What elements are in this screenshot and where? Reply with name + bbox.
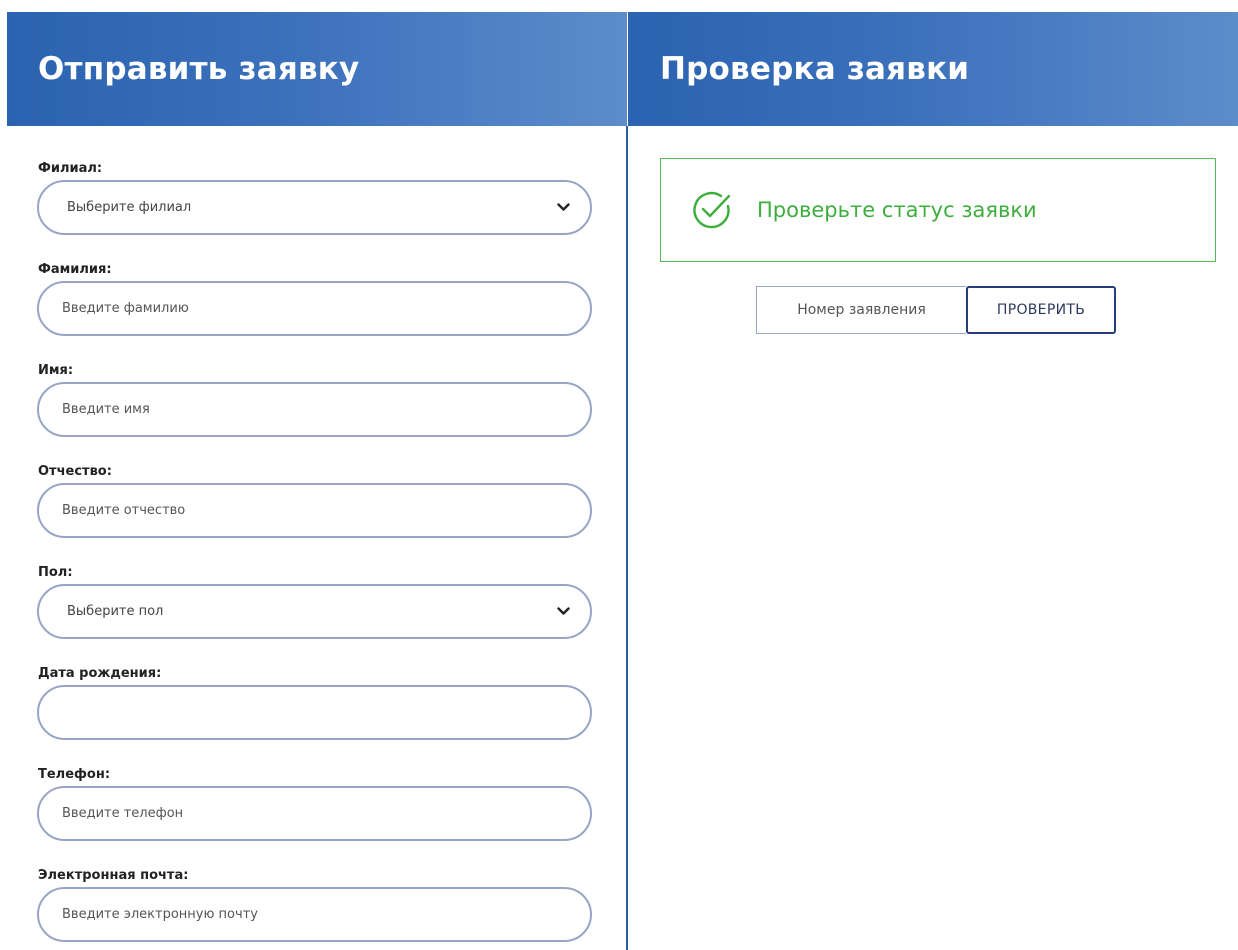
first-name-field-wrapper	[37, 382, 592, 437]
patronymic-input[interactable]	[62, 503, 570, 518]
application-number-wrapper	[756, 286, 966, 334]
gender-select-value: Выберите пол	[67, 604, 164, 619]
gender-label: Пол:	[38, 565, 73, 580]
email-field-wrapper	[37, 887, 592, 942]
field-first-name: Имя:	[37, 360, 592, 437]
gender-select[interactable]: Выберите пол	[37, 584, 592, 639]
field-birth-date: Дата рождения:	[37, 663, 592, 740]
phone-field-wrapper	[37, 786, 592, 841]
field-branch: Филиал: Выберите филиал	[37, 158, 592, 235]
submit-panel-title: Отправить заявку	[38, 51, 360, 87]
email-input[interactable]	[62, 907, 570, 922]
last-name-field-wrapper	[37, 281, 592, 336]
check-application-panel: Проверка заявки Проверьте статус заявки …	[628, 12, 1238, 950]
branch-select[interactable]: Выберите филиал	[37, 180, 592, 235]
submit-panel-header: Отправить заявку	[7, 12, 627, 126]
field-phone: Телефон:	[37, 764, 592, 841]
chevron-down-icon	[556, 605, 570, 619]
birth-date-field-wrapper	[37, 685, 592, 740]
chevron-down-icon	[556, 201, 570, 215]
phone-input[interactable]	[62, 806, 570, 821]
patronymic-label: Отчество:	[38, 464, 112, 479]
email-label: Электронная почта:	[38, 868, 189, 883]
check-panel-title: Проверка заявки	[660, 51, 970, 87]
application-number-input[interactable]	[757, 301, 966, 319]
last-name-input[interactable]	[62, 301, 570, 316]
field-email: Электронная почта:	[37, 865, 592, 942]
field-patronymic: Отчество:	[37, 461, 592, 538]
check-status-form: ПРОВЕРИТЬ	[756, 286, 1116, 334]
check-button[interactable]: ПРОВЕРИТЬ	[966, 286, 1116, 334]
field-gender: Пол: Выберите пол	[37, 562, 592, 639]
phone-label: Телефон:	[38, 767, 111, 782]
field-last-name: Фамилия:	[37, 259, 592, 336]
page: Отправить заявку Филиал: Выберите филиал…	[0, 0, 1238, 950]
last-name-label: Фамилия:	[38, 262, 112, 277]
check-circle-icon	[687, 185, 737, 235]
status-message-text: Проверьте статус заявки	[757, 198, 1037, 222]
status-message-box: Проверьте статус заявки	[660, 158, 1216, 262]
patronymic-field-wrapper	[37, 483, 592, 538]
birth-date-label: Дата рождения:	[38, 666, 162, 681]
branch-label: Филиал:	[38, 161, 103, 176]
first-name-input[interactable]	[62, 402, 570, 417]
check-panel-header: Проверка заявки	[628, 12, 1238, 126]
submit-application-panel: Отправить заявку Филиал: Выберите филиал…	[7, 12, 627, 950]
branch-select-value: Выберите филиал	[67, 200, 192, 215]
birth-date-input[interactable]	[62, 705, 570, 720]
first-name-label: Имя:	[38, 363, 74, 378]
